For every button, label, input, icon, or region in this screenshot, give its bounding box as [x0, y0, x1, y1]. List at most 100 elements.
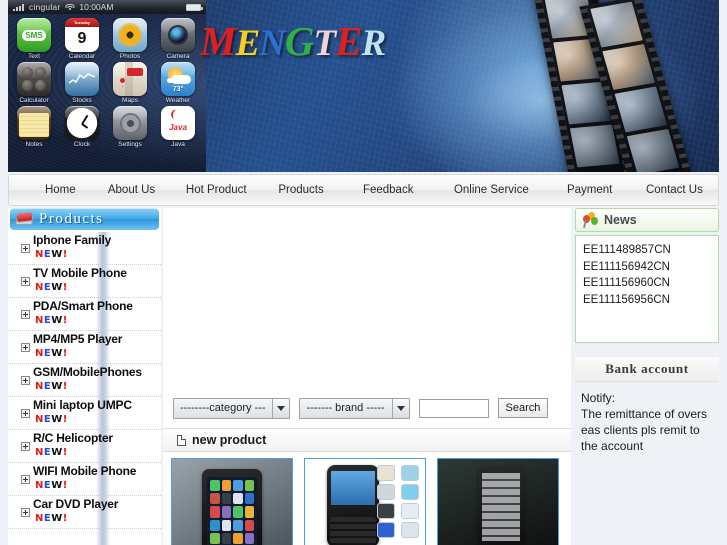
new-product-section-header: new product	[163, 428, 571, 452]
sidebar-item-mp4-mp5-player[interactable]: MP4/MP5 Player NEW!	[8, 331, 161, 364]
main-panel: --------category --- ------- brand -----…	[163, 208, 571, 545]
app-label: Settings	[118, 141, 142, 148]
battery-icon	[186, 3, 203, 11]
bank-account-body: Notify: The remittance of overs eas clie…	[575, 382, 719, 454]
nav-item-hot-product[interactable]: Hot Product	[182, 184, 251, 196]
calculator-icon	[17, 62, 51, 96]
category-select-value: --------category ---	[180, 402, 266, 414]
expand-plus-icon[interactable]	[21, 244, 30, 253]
nav-item-home[interactable]: Home	[41, 184, 80, 196]
chevron-down-icon[interactable]	[271, 398, 289, 418]
new-badge: NEW!	[35, 447, 68, 458]
app-calculator: Calculator	[12, 62, 56, 104]
expand-plus-icon[interactable]	[21, 508, 30, 517]
app-label: Clock	[73, 141, 91, 148]
nav-item-feedback[interactable]: Feedback	[359, 184, 418, 196]
product-card[interactable]	[171, 458, 293, 545]
new-badge: NEW!	[35, 480, 68, 491]
carrier-label: cingular	[29, 2, 61, 12]
app-label: Notes	[25, 141, 43, 148]
logo-letter: T	[313, 23, 337, 64]
nav-item-products[interactable]: Products	[274, 184, 327, 196]
sidebar-item-gsm-mobilephones[interactable]: GSM/MobilePhones NEW!	[8, 364, 161, 397]
calendar-icon: Tuesday 9	[65, 18, 99, 52]
nav-item-payment[interactable]: Payment	[563, 184, 616, 196]
page-content: Products Iphone Family NEW! TV Mobile Ph…	[8, 208, 719, 545]
search-button[interactable]: Search	[497, 398, 549, 418]
expand-plus-icon[interactable]	[21, 277, 30, 286]
app-maps: Maps	[108, 62, 152, 104]
java-badge: Java	[169, 122, 187, 132]
sidebar-item-mini-laptop-umpc[interactable]: Mini laptop UMPC NEW!	[8, 397, 161, 430]
news-item[interactable]: EE111489857CN	[583, 242, 711, 259]
sidebar-item-label: GSM/MobilePhones	[33, 365, 142, 379]
iphone-status-bar: cingular 10:00AM	[8, 0, 206, 14]
wifi-icon	[65, 3, 75, 11]
sidebar-title: Products	[39, 210, 104, 227]
expand-plus-icon[interactable]	[21, 409, 30, 418]
logo-letter: M	[200, 18, 236, 64]
app-label: Camera	[166, 53, 190, 60]
expand-plus-icon[interactable]	[21, 310, 30, 319]
logo-letter: E	[335, 18, 362, 64]
site-logo: MENGTER	[200, 17, 386, 65]
sidebar-item-wifi-mobile-phone[interactable]: WIFI Mobile Phone NEW!	[8, 463, 161, 496]
logo-letter: R	[361, 23, 386, 64]
weather-icon: 73°	[161, 62, 195, 96]
bank-line: the account	[581, 439, 644, 453]
signal-bars-icon	[13, 4, 24, 11]
bank-account-header: Bank account	[575, 357, 719, 382]
app-text: SMS Text	[12, 18, 56, 60]
camera-icon	[161, 18, 195, 52]
news-item[interactable]: EE111156960CN	[583, 275, 711, 292]
category-select[interactable]: --------category ---	[173, 397, 290, 419]
logo-letter: E	[235, 23, 260, 64]
app-clock: Clock	[60, 106, 104, 148]
page-root: cingular 10:00AM SMS Text Tuesday 9 Cale…	[0, 0, 727, 545]
new-badge: NEW!	[35, 249, 68, 260]
weather-temp: 73°	[172, 86, 184, 93]
sms-icon: SMS	[17, 18, 51, 52]
section-title: new product	[192, 433, 267, 447]
expand-plus-icon[interactable]	[21, 343, 30, 352]
right-sidebar: News EE111489857CN EE111156942CN EE11115…	[575, 208, 719, 545]
new-badge: NEW!	[35, 513, 68, 524]
product-card[interactable]	[437, 458, 559, 545]
product-card[interactable]	[304, 458, 426, 545]
expand-plus-icon[interactable]	[21, 475, 30, 484]
expand-plus-icon[interactable]	[21, 376, 30, 385]
sidebar-category-list: Iphone Family NEW! TV Mobile Phone NEW! …	[8, 232, 161, 529]
nav-item-about-us[interactable]: About Us	[104, 184, 159, 196]
sidebar-item-label: MP4/MP5 Player	[33, 332, 123, 346]
nav-item-online-service[interactable]: Online Service	[450, 184, 533, 196]
nav-item-contact-us[interactable]: Contact Us	[642, 184, 707, 196]
sms-badge: SMS	[22, 29, 46, 41]
app-camera: Camera	[156, 18, 200, 60]
expand-plus-icon[interactable]	[21, 442, 30, 451]
sidebar-item-pda-smart-phone[interactable]: PDA/Smart Phone NEW!	[8, 298, 161, 331]
sidebar-item-tv-mobile-phone[interactable]: TV Mobile Phone NEW!	[8, 265, 161, 298]
sidebar-item-car-dvd-player[interactable]: Car DVD Player NEW!	[8, 496, 161, 529]
bank-line: Notify:	[581, 391, 616, 405]
app-stocks: Stocks	[60, 62, 104, 104]
brand-select[interactable]: ------- brand -----	[298, 397, 410, 419]
products-sidebar: Products Iphone Family NEW! TV Mobile Ph…	[8, 208, 161, 545]
sidebar-item-label: Mini laptop UMPC	[33, 398, 132, 412]
news-title: News	[604, 213, 637, 227]
news-item[interactable]: EE111156956CN	[583, 292, 711, 309]
new-badge: NEW!	[35, 315, 68, 326]
news-item[interactable]: EE111156942CN	[583, 259, 711, 276]
sidebar-item-iphone-family[interactable]: Iphone Family NEW!	[8, 232, 161, 265]
product-thumbnail-row	[171, 458, 571, 545]
app-label: Stocks	[72, 97, 92, 104]
photos-icon	[113, 18, 147, 52]
chevron-down-icon[interactable]	[391, 398, 409, 418]
new-badge: NEW!	[35, 348, 68, 359]
app-calendar: Tuesday 9 Calendar	[60, 18, 104, 60]
search-input[interactable]	[418, 398, 489, 418]
sidebar-item-rc-helicopter[interactable]: R/C Helicopter NEW!	[8, 430, 161, 463]
calendar-day: 9	[77, 29, 87, 47]
new-badge: NEW!	[35, 282, 68, 293]
maps-icon	[113, 62, 147, 96]
app-notes: Notes	[12, 106, 56, 148]
